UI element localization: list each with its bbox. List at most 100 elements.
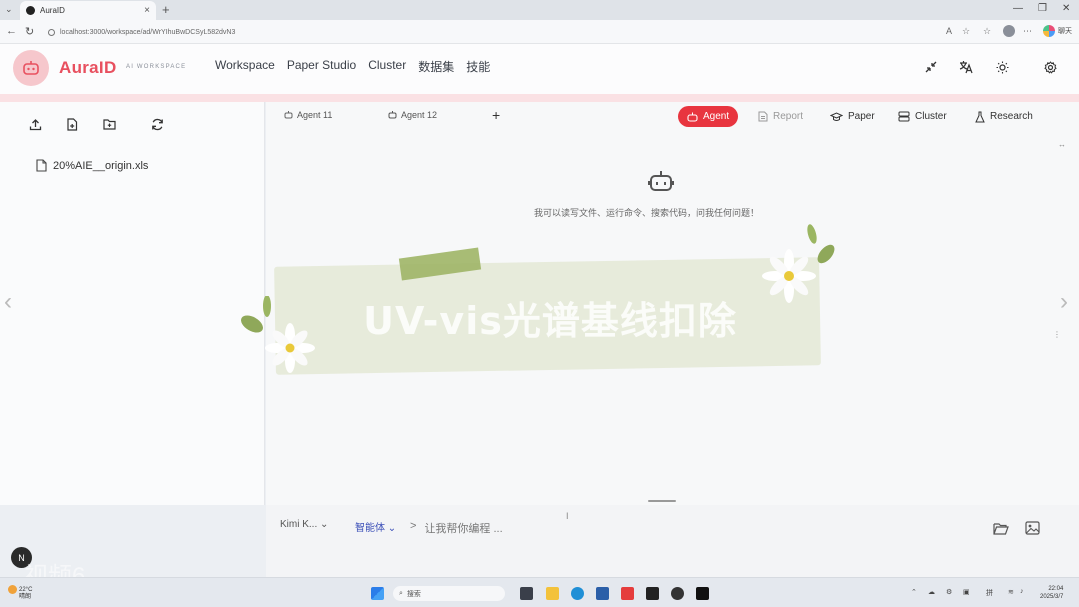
agent-mode-select[interactable]: 智能体 ⌄ [355, 519, 396, 534]
mode-report-button[interactable]: Report [749, 106, 812, 127]
next-arrow-icon[interactable]: › [1060, 288, 1068, 316]
new-folder-icon[interactable] [100, 115, 118, 133]
nav-skills[interactable]: 技能 [466, 58, 490, 75]
translate-icon[interactable] [957, 58, 975, 76]
start-icon[interactable] [371, 587, 384, 600]
new-tab-icon[interactable]: + [162, 2, 170, 17]
read-aloud-icon[interactable]: A [946, 26, 952, 36]
url-field[interactable]: localhost:3000/workspace/ad/WrYIhuBwDCSy… [44, 24, 924, 40]
welcome-message: 我可以读写文件、运行命令、搜索代码，问我任何问题！ [534, 208, 760, 218]
mode-label: Agent [703, 111, 730, 122]
daisy-left-icon [241, 296, 315, 373]
nav-workspace[interactable]: Workspace [215, 58, 275, 75]
mode-label: Paper [848, 111, 875, 122]
refresh-icon[interactable] [148, 115, 166, 133]
model-select[interactable]: Kimi K... ⌄ [280, 519, 328, 530]
chat-input[interactable]: > 让我帮你编程 ... [410, 520, 503, 536]
volume-icon[interactable]: ♪ [1020, 588, 1024, 595]
mode-agent-button[interactable]: Agent [678, 106, 739, 127]
new-file-icon[interactable] [63, 115, 81, 133]
assistant-robot-icon [648, 170, 674, 197]
mode-cluster-button[interactable]: Cluster [889, 106, 956, 127]
resize-handle-icon[interactable]: ⋮ [1053, 330, 1061, 339]
copilot-icon [1043, 25, 1055, 37]
agent-tab-11[interactable]: Agent 11 [284, 110, 332, 120]
capcut-icon[interactable] [696, 587, 709, 600]
site-info-icon[interactable] [48, 28, 55, 36]
model-select-value: Kimi K... [280, 519, 318, 530]
favorite-icon[interactable]: ☆ [962, 26, 970, 37]
browser-tab[interactable]: AuraID × [20, 1, 156, 20]
app-header: AuraID AI WORKSPACE Workspace Paper Stud… [0, 44, 1079, 94]
favorites-list-icon[interactable]: ☆ [983, 26, 991, 37]
agent-tab-label: Agent 11 [297, 110, 333, 120]
back-icon[interactable]: ← [6, 25, 17, 37]
clock-date: 2025/3/7 [1040, 594, 1064, 600]
clock-time: 22:04 [1048, 586, 1064, 592]
restore-icon[interactable]: ❐ [1038, 3, 1047, 14]
graduation-cap-icon [830, 111, 843, 121]
ime-icon[interactable]: 拼 [986, 588, 993, 598]
address-bar-row: ← ↻ localhost:3000/workspace/ad/WrYIhuBw… [0, 20, 1079, 44]
nav-datasets[interactable]: 数据集 [418, 58, 454, 75]
tray-app2-icon[interactable]: ▣ [963, 588, 970, 596]
mode-label: Report [773, 111, 804, 122]
prev-arrow-icon[interactable]: ‹ [4, 288, 12, 316]
daisy-right-icon [762, 224, 835, 303]
weather-sun-icon [8, 585, 17, 594]
store-icon[interactable] [596, 587, 609, 600]
file-list-item[interactable]: 20%AIE__origin.xls [36, 159, 148, 172]
add-agent-tab-icon[interactable]: + [492, 107, 500, 123]
tray-app-icon[interactable]: ⚙ [946, 588, 952, 596]
close-window-icon[interactable]: ✕ [1062, 3, 1070, 14]
brand-name: AuraID [59, 58, 117, 77]
mode-label: Cluster [915, 111, 947, 122]
image-upload-icon[interactable] [1023, 519, 1041, 537]
settings-gear-icon[interactable] [1041, 58, 1059, 76]
banner-title: UV-vis光谱基线扣除 [363, 299, 737, 343]
tray-cloud-icon[interactable]: ☁ [928, 588, 935, 596]
taskbar-search[interactable]: ⌕ 搜索 [393, 586, 505, 601]
file-sidebar: 20%AIE__origin.xls [0, 102, 265, 505]
browser-tab-title: AuraID [40, 6, 65, 15]
mode-paper-button[interactable]: Paper [821, 106, 884, 127]
tab-list-icon[interactable]: ⌄ [5, 4, 13, 15]
windows-taskbar: 22°C 晴朗 ⌕ 搜索 ⌃ ☁ ⚙ ▣ 拼 ≋ ♪ 22:04 2025/3/… [0, 577, 1079, 607]
nav-paper-studio[interactable]: Paper Studio [287, 58, 356, 75]
tray-overflow-icon[interactable]: ⌃ [911, 588, 917, 596]
agent-mode-value: 智能体 [355, 523, 385, 534]
brand-subtitle: AI WORKSPACE [126, 64, 187, 70]
close-tab-icon[interactable]: × [144, 5, 150, 16]
wifi-icon[interactable]: ≋ [1008, 588, 1014, 596]
agent-tab-12[interactable]: Agent 12 [388, 110, 437, 120]
collapse-icon[interactable] [922, 58, 940, 76]
flask-icon [975, 111, 985, 122]
copilot-button[interactable]: 聊天 [1043, 25, 1072, 37]
folder-open-icon[interactable] [992, 519, 1010, 537]
logo [13, 50, 49, 86]
theme-sun-icon[interactable] [993, 58, 1011, 76]
chat-input-placeholder: 让我帮你编程 ... [424, 523, 503, 535]
more-options-icon[interactable]: ⋯ [1023, 26, 1032, 37]
terminal-icon[interactable] [646, 587, 659, 600]
wps-icon[interactable] [621, 587, 634, 600]
upload-icon[interactable] [26, 115, 44, 133]
reload-icon[interactable]: ↻ [25, 25, 34, 38]
input-drag-handle[interactable] [648, 500, 676, 502]
minimize-icon[interactable]: — [1013, 3, 1023, 14]
task-view-icon[interactable] [520, 587, 533, 600]
file-explorer-icon[interactable] [546, 587, 559, 600]
weather-widget[interactable]: 22°C 晴朗 [8, 585, 32, 601]
nav-cluster[interactable]: Cluster [368, 58, 406, 75]
edge-browser-icon[interactable] [571, 587, 584, 600]
url-text: localhost:3000/workspace/ad/WrYIhuBwDCSy… [60, 28, 236, 36]
expand-panel-icon[interactable]: ↔ [1058, 140, 1066, 149]
mode-research-button[interactable]: Research [966, 106, 1042, 127]
prompt-symbol: > [410, 520, 417, 532]
record-app-icon[interactable] [671, 587, 684, 600]
server-icon [898, 111, 910, 122]
taskbar-clock[interactable]: 22:04 2025/3/7 [1040, 585, 1063, 601]
extension-avatar-icon[interactable] [1003, 25, 1015, 37]
agent-tab-label: Agent 12 [401, 110, 438, 120]
main-nav: Workspace Paper Studio Cluster 数据集 技能 [215, 58, 490, 75]
